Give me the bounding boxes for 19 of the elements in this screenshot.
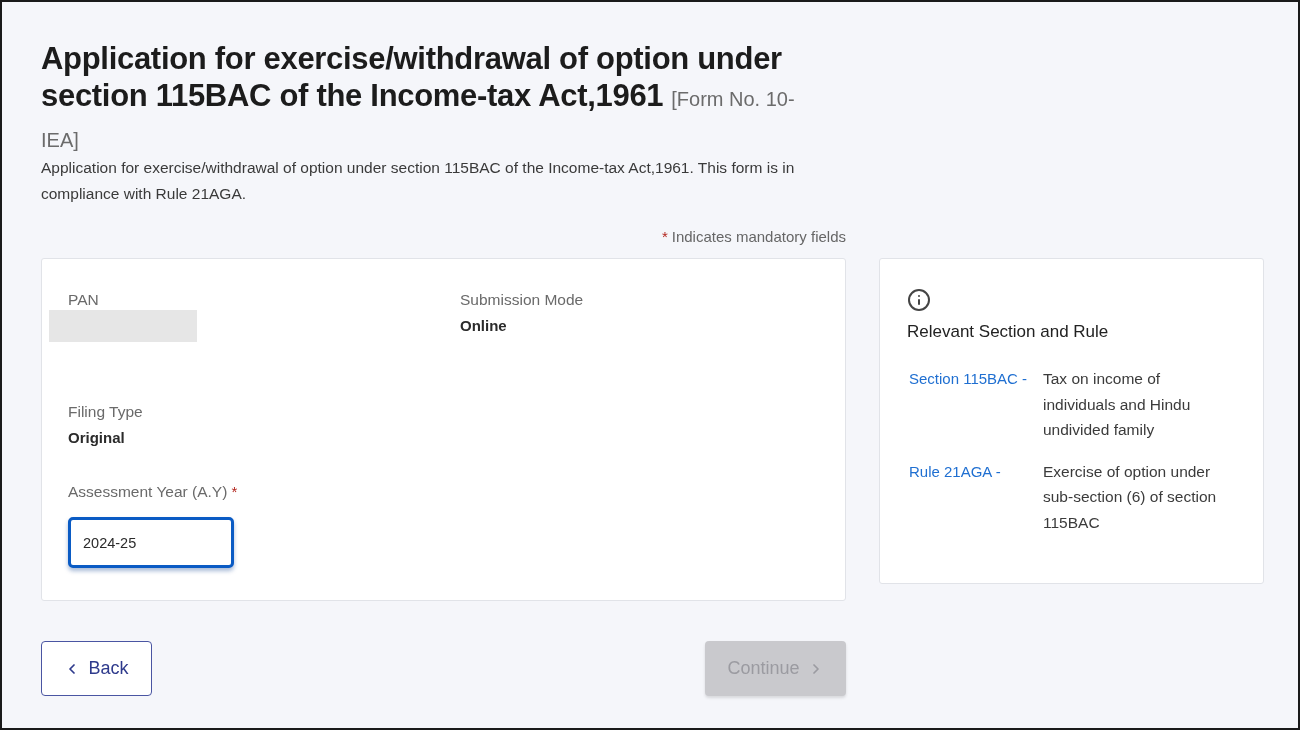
field-label: Assessment Year (A.Y) [68, 482, 228, 502]
required-mark: * [661, 227, 668, 247]
field-value: Online [460, 316, 507, 336]
field-label: Submission Mode [460, 290, 584, 310]
field-value: Original [68, 428, 125, 448]
info-icon [907, 288, 931, 312]
page-description: Application for exercise/withdrawal of option under section 115BAC of the Income-tax Act,1961. This form is in compliance with Rule 21AGA. [41, 158, 796, 204]
reference-link[interactable]: Section 115BAC - [909, 368, 1028, 390]
reference-text: Exercise of option under sub-section (6) of section 115BAC [1043, 461, 1218, 533]
reference-text: Tax on income of individuals and Hindu undivided family [1043, 369, 1192, 440]
required-mark: * [231, 482, 238, 502]
input-field[interactable]: 2024-25 [68, 517, 234, 568]
back-button[interactable]: Back [41, 641, 152, 696]
reference-link[interactable]: Rule 21AGA - [909, 460, 1001, 483]
info-heading: Relevant Section and Rule [907, 321, 1110, 343]
page-title: Application for exercise/withdrawal of option under section 115BAC of the Income-tax Act,1961 [Form No. 10-IEA] [41, 40, 796, 153]
mandatory-note: Indicates mandatory fields [671, 227, 846, 247]
field-label: Filing Type [68, 402, 143, 422]
field-label: PAN [68, 290, 99, 310]
